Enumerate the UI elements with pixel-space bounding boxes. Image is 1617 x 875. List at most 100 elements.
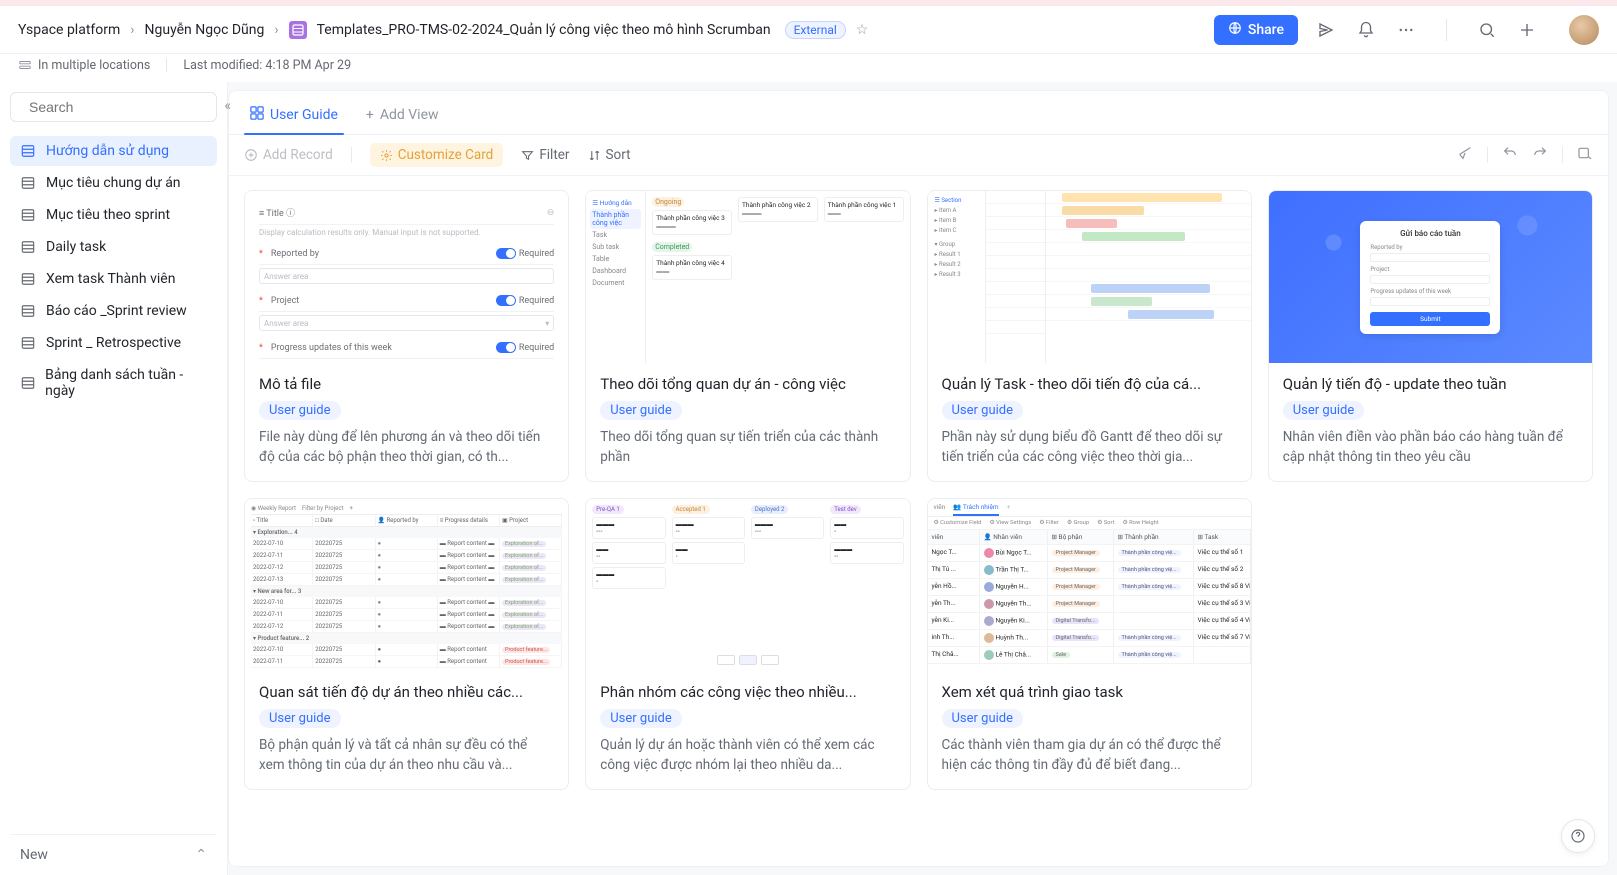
card-description: Quản lý dự án hoặc thành viên có thể xem… xyxy=(600,736,895,775)
add-record-button[interactable]: Add Record xyxy=(244,147,333,163)
table-icon xyxy=(20,335,36,351)
bitable-icon xyxy=(289,21,307,39)
card-tag: User guide xyxy=(600,401,682,420)
tab-user-guide[interactable]: User Guide xyxy=(244,100,344,134)
card-thumbnail: ≡ Title ⓘ⊖ Display calculation results o… xyxy=(245,191,568,363)
card-title: Phân nhóm các công việc theo nhiều... xyxy=(600,683,895,701)
gallery-icon xyxy=(250,106,264,124)
cards-grid: ≡ Title ⓘ⊖ Display calculation results o… xyxy=(228,176,1609,804)
search-in-view-icon[interactable] xyxy=(1577,145,1593,165)
sidebar-item[interactable]: Báo cáo _Sprint review xyxy=(10,296,217,326)
external-badge: External xyxy=(785,21,846,39)
share-link-icon[interactable] xyxy=(1457,145,1473,165)
location-indicator[interactable]: In multiple locations xyxy=(18,58,150,73)
sidebar-item-label: Xem task Thành viên xyxy=(46,271,175,287)
card-thumbnail: ◉ Weekly ReportFilter by Project+ ▫ Titl… xyxy=(245,499,568,671)
star-icon[interactable]: ☆ xyxy=(856,22,869,38)
sidebar-footer: New ⌃ xyxy=(10,834,217,875)
card-thumbnail: Gửi báo cáo tuần Reported byProjectProgr… xyxy=(1269,191,1592,363)
search-icon[interactable] xyxy=(1477,20,1497,40)
sidebar-item-label: Hướng dẫn sử dụng xyxy=(46,143,169,159)
sidebar-item[interactable]: Xem task Thành viên xyxy=(10,264,217,294)
card[interactable]: ☰ Section▸ Item A▸ Item B▸ Item C▾ Group… xyxy=(927,190,1252,482)
card-tag: User guide xyxy=(1283,401,1365,420)
new-button[interactable]: New xyxy=(20,847,48,863)
undo-icon[interactable] xyxy=(1502,145,1518,165)
search-input[interactable] xyxy=(10,92,217,122)
card-title: Quản lý tiến độ - update theo tuần xyxy=(1283,375,1578,393)
separator xyxy=(351,147,352,163)
sidebar-item[interactable]: Bảng danh sách tuần - ngày xyxy=(10,360,217,406)
chevron-right-icon: › xyxy=(274,22,278,38)
card[interactable]: ≡ Title ⓘ⊖ Display calculation results o… xyxy=(244,190,569,482)
sidebar-item-label: Daily task xyxy=(46,239,106,255)
bell-icon[interactable] xyxy=(1356,20,1376,40)
send-icon[interactable] xyxy=(1316,20,1336,40)
card-description: Các thành viên tham gia dự án có thể đượ… xyxy=(942,736,1237,775)
toolbar: Add Record Customize Card Filter Sort xyxy=(228,135,1609,176)
table-icon xyxy=(20,303,36,319)
redo-icon[interactable] xyxy=(1532,145,1548,165)
chevron-up-icon[interactable]: ⌃ xyxy=(195,847,207,863)
table-icon xyxy=(20,207,36,223)
card-description: Theo dõi tổng quan sự tiến triển của các… xyxy=(600,428,895,467)
breadcrumb-doc-title[interactable]: Templates_PRO-TMS-02-2024_Quản lý công v… xyxy=(317,22,771,38)
avatar[interactable] xyxy=(1569,15,1599,45)
content: User Guide + Add View Add Record xyxy=(228,82,1617,875)
table-icon xyxy=(20,239,36,255)
sidebar-item[interactable]: Mục tiêu theo sprint xyxy=(10,200,217,230)
sidebar-item[interactable]: Daily task xyxy=(10,232,217,262)
share-button[interactable]: Share xyxy=(1214,15,1298,45)
more-icon[interactable] xyxy=(1396,20,1416,40)
card-title: Xem xét quá trình giao task xyxy=(942,683,1237,701)
sort-button[interactable]: Sort xyxy=(588,147,631,163)
separator xyxy=(166,58,167,72)
chevron-right-icon: › xyxy=(130,22,134,38)
separator xyxy=(1562,147,1563,163)
breadcrumb-root[interactable]: Yspace platform xyxy=(18,22,120,38)
card-title: Theo dõi tổng quan dự án - công việc xyxy=(600,375,895,393)
sidebar-item[interactable]: Sprint _ Retrospective xyxy=(10,328,217,358)
table-icon xyxy=(20,143,36,159)
add-view-button[interactable]: + Add View xyxy=(360,101,445,133)
collapse-sidebar-icon[interactable]: « xyxy=(224,98,231,114)
card[interactable]: ☰ Hướng dẫnThành phần công việcTaskSub t… xyxy=(585,190,910,482)
card[interactable]: ◉ Weekly ReportFilter by Project+ ▫ Titl… xyxy=(244,498,569,790)
card-tag: User guide xyxy=(600,709,682,728)
card-tag: User guide xyxy=(942,401,1024,420)
table-icon xyxy=(20,375,35,391)
help-button[interactable] xyxy=(1561,819,1595,853)
card-description: File này dùng để lên phương án và theo d… xyxy=(259,428,554,467)
card[interactable]: Gửi báo cáo tuần Reported byProjectProgr… xyxy=(1268,190,1593,482)
card-thumbnail: viên👥 Trách nhiệm+ ⚙ Customize Field⚙ Vi… xyxy=(928,499,1251,671)
table-icon xyxy=(20,271,36,287)
search-field[interactable] xyxy=(29,99,210,115)
view-tabs: User Guide + Add View xyxy=(228,90,1609,135)
card-tag: User guide xyxy=(942,709,1024,728)
sidebar-item[interactable]: Mục tiêu chung dự án xyxy=(10,168,217,198)
card-tag: User guide xyxy=(259,709,341,728)
separator xyxy=(1446,19,1447,41)
plus-icon[interactable] xyxy=(1517,20,1537,40)
card-title: Quản lý Task - theo dõi tiến độ của cá..… xyxy=(942,375,1237,393)
card[interactable]: Pre-QA 1▬▬▬◦◦◦▬▬◦◦▬▬▬◦ Accepted 1▬▬▬◦◦▬▬… xyxy=(585,498,910,790)
card-title: Quan sát tiến độ dự án theo nhiều các... xyxy=(259,683,554,701)
header-actions xyxy=(1316,15,1599,45)
card[interactable]: viên👥 Trách nhiệm+ ⚙ Customize Field⚙ Vi… xyxy=(927,498,1252,790)
card-description: Nhân viên điền vào phần báo cáo hàng tuầ… xyxy=(1283,428,1578,467)
card-thumbnail: Pre-QA 1▬▬▬◦◦◦▬▬◦◦▬▬▬◦ Accepted 1▬▬▬◦◦▬▬… xyxy=(586,499,909,671)
card-description: Bộ phận quản lý và tất cả nhân sự đều có… xyxy=(259,736,554,775)
header: Yspace platform › Nguyễn Ngọc Dũng › Tem… xyxy=(0,6,1617,54)
sidebar-item-label: Mục tiêu theo sprint xyxy=(46,207,170,223)
card-thumbnail: ☰ Hướng dẫnThành phần công việcTaskSub t… xyxy=(586,191,909,363)
card-description: Phần này sử dụng biểu đồ Gantt để theo d… xyxy=(942,428,1237,467)
breadcrumb-mid[interactable]: Nguyễn Ngọc Dũng xyxy=(145,22,265,38)
sidebar-item-label: Báo cáo _Sprint review xyxy=(46,303,187,319)
breadcrumb: Yspace platform › Nguyễn Ngọc Dũng › Tem… xyxy=(18,21,868,39)
sidebar: « Hướng dẫn sử dụng Mục tiêu chung dự án M… xyxy=(0,82,228,875)
filter-button[interactable]: Filter xyxy=(521,147,569,163)
customize-card-button[interactable]: Customize Card xyxy=(370,143,504,167)
plus-icon: + xyxy=(366,107,374,123)
last-modified: Last modified: 4:18 PM Apr 29 xyxy=(183,58,351,73)
sidebar-item[interactable]: Hướng dẫn sử dụng xyxy=(10,136,217,166)
